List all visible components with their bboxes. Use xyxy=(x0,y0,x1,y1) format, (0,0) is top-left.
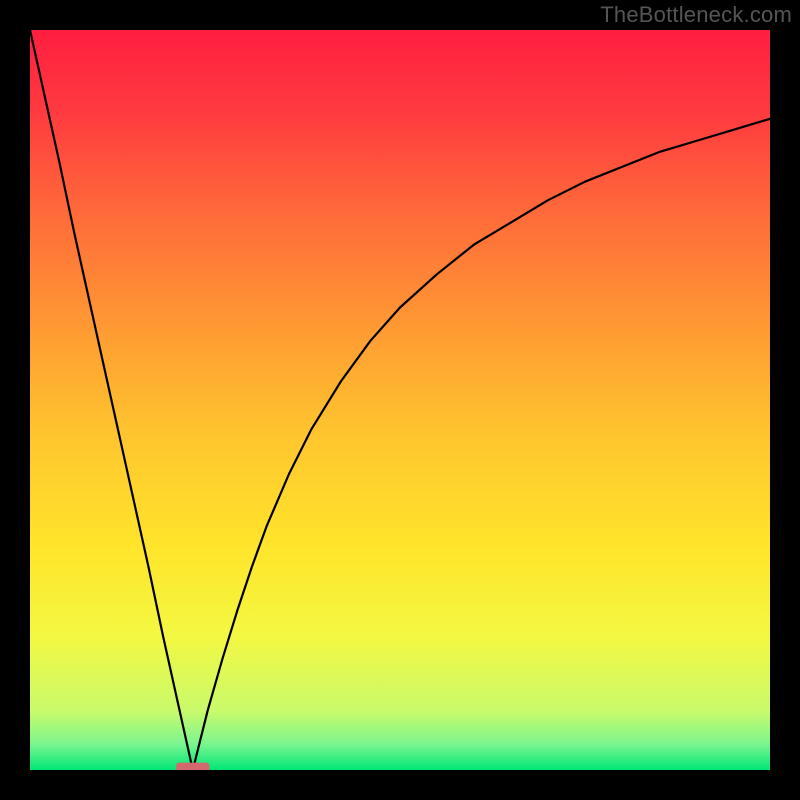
chart-svg xyxy=(30,30,770,770)
chart-background xyxy=(30,30,770,770)
watermark-text: TheBottleneck.com xyxy=(600,2,792,28)
chart-marker xyxy=(176,763,209,770)
chart-frame: TheBottleneck.com xyxy=(0,0,800,800)
min-marker xyxy=(176,763,209,770)
plot-area xyxy=(30,30,770,770)
